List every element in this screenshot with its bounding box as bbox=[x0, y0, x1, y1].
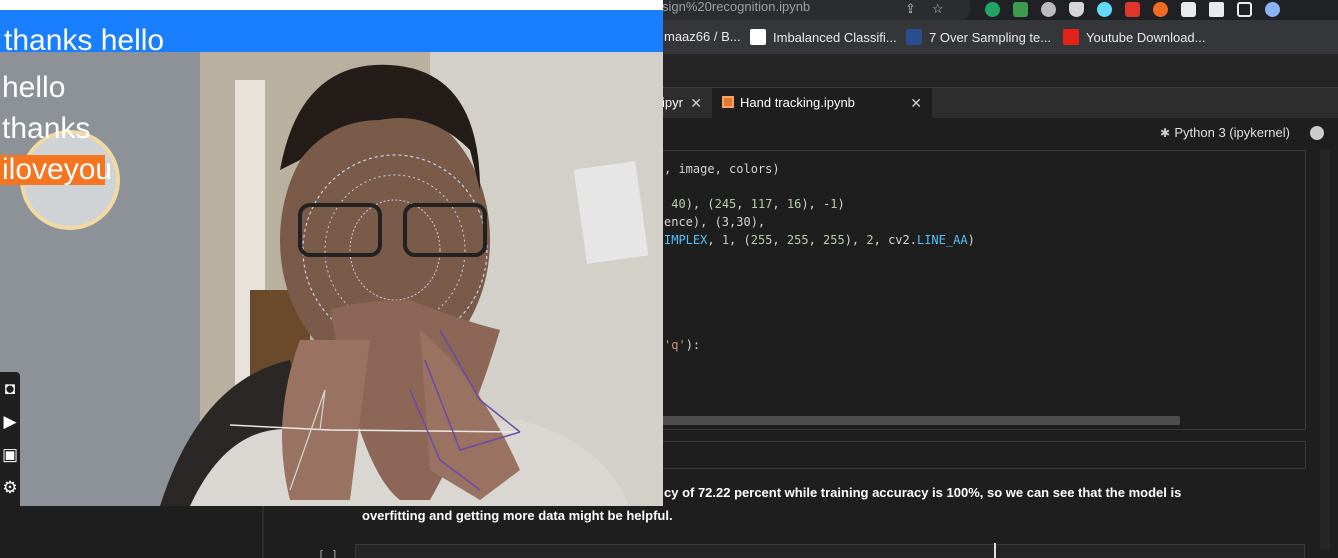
probability-label: hello bbox=[2, 71, 66, 104]
puzzle-icon[interactable] bbox=[1209, 1, 1224, 17]
extension-orange-icon[interactable] bbox=[1153, 1, 1168, 17]
bookmark-label: Imbalanced Classifi... bbox=[773, 29, 897, 45]
kernel-selector[interactable]: Python 3 (ipykernel) bbox=[1174, 125, 1290, 140]
code-line: 40), (245, 117, 16), -1) bbox=[671, 197, 845, 211]
code-line: 'q'): bbox=[664, 338, 701, 352]
sidepanel-icon[interactable] bbox=[1237, 1, 1252, 17]
camera-toolbar: ◘ ▶ ▣ ⚙ bbox=[0, 372, 20, 506]
tab-hand-tracking[interactable]: Hand tracking.ipynb ✕ bbox=[712, 88, 932, 118]
tab-label: Hand tracking.ipynb bbox=[740, 95, 855, 110]
bookmark-item[interactable]: 7 Over Sampling te... bbox=[906, 29, 1051, 45]
close-icon[interactable]: ✕ bbox=[690, 88, 702, 118]
bookmark-label: maaz66 / B... bbox=[664, 29, 741, 44]
profile-avatar-icon[interactable] bbox=[1265, 1, 1280, 17]
code-cell-empty[interactable] bbox=[355, 544, 1305, 558]
grammarly-icon[interactable] bbox=[985, 1, 1000, 17]
shield-icon[interactable] bbox=[1069, 1, 1084, 17]
code-line: , image, colors) bbox=[664, 162, 780, 176]
extension-red-icon[interactable] bbox=[1125, 1, 1140, 17]
markdown-text: overfitting and getting more data might … bbox=[362, 508, 673, 523]
webcam-window: thanks hello hello thanks iloveyou ◘ ▶ ▣ ⚙ bbox=[0, 0, 663, 506]
cell-execution-label: [ ] bbox=[318, 548, 338, 558]
bookmark-label: 7 Over Sampling te... bbox=[929, 29, 1052, 45]
extension-icon[interactable] bbox=[1013, 1, 1028, 17]
video-icon[interactable]: ▶ bbox=[0, 405, 20, 438]
tab-label: ipyr bbox=[662, 95, 683, 110]
prediction-banner: thanks hello bbox=[0, 10, 663, 57]
star-icon[interactable]: ☆ bbox=[932, 1, 944, 17]
ids-icon bbox=[906, 29, 922, 45]
code-line: ence), (3,30), bbox=[664, 215, 766, 229]
extension-person-icon[interactable] bbox=[1181, 1, 1196, 17]
share-icon[interactable]: ⇪ bbox=[905, 1, 916, 17]
window-title-strip bbox=[0, 0, 663, 10]
image-icon[interactable]: ▣ bbox=[0, 438, 20, 471]
close-icon[interactable]: ✕ bbox=[910, 88, 922, 118]
screen: sign%20recognition.ipynb ⇪ ☆ maaz66 / B.… bbox=[0, 0, 1338, 558]
bookmark-item[interactable]: Imbalanced Classifi... bbox=[750, 29, 897, 45]
probability-label: iloveyou bbox=[2, 153, 113, 186]
youtube-icon bbox=[1063, 29, 1079, 45]
sidebar-panel bbox=[0, 506, 262, 558]
markdown-text: cy of 72.22 percent while training accur… bbox=[664, 485, 1182, 500]
camera-icon[interactable]: ◘ bbox=[0, 372, 20, 405]
debug-icon[interactable]: ✱ bbox=[1160, 126, 1170, 140]
vertical-scrollbar[interactable] bbox=[1320, 150, 1330, 550]
notebook-icon bbox=[722, 96, 734, 108]
output-cell[interactable] bbox=[600, 441, 1306, 469]
react-icon[interactable] bbox=[1097, 1, 1112, 17]
probability-label: thanks bbox=[2, 112, 91, 145]
chart-icon bbox=[750, 29, 766, 45]
address-actions: ⇪ ☆ bbox=[905, 0, 944, 18]
code-line: IMPLEX, 1, (255, 255, 255), 2, cv2.LINE_… bbox=[664, 233, 975, 247]
bulb-icon[interactable] bbox=[1041, 1, 1056, 17]
prediction-sentence: thanks hello bbox=[4, 24, 165, 57]
extensions-bar bbox=[985, 0, 1280, 18]
address-text: sign%20recognition.ipynb bbox=[662, 0, 811, 14]
webcam-frame-image bbox=[0, 0, 663, 506]
bookmark-label: Youtube Download... bbox=[1086, 29, 1206, 45]
horizontal-scrollbar[interactable] bbox=[660, 416, 1180, 425]
divider bbox=[262, 506, 264, 558]
gear-icon[interactable]: ⚙ bbox=[0, 471, 20, 504]
bookmark-item[interactable]: Youtube Download... bbox=[1063, 29, 1206, 45]
kernel-status-icon bbox=[1310, 126, 1324, 140]
bookmark-item[interactable]: maaz66 / B... bbox=[664, 29, 741, 44]
text-cursor bbox=[994, 543, 996, 558]
